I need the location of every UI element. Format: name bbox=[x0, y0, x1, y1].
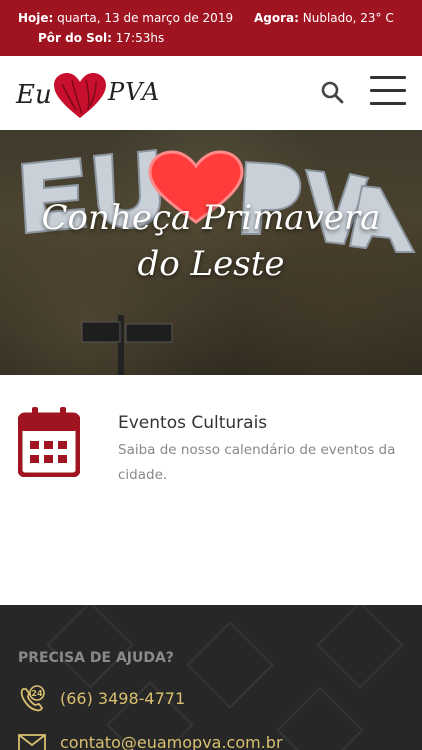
sunset-info: Pôr do Sol: 17:53hs bbox=[38, 31, 164, 45]
heart-icon bbox=[54, 73, 106, 118]
search-icon[interactable] bbox=[320, 80, 344, 104]
now-label: Agora: bbox=[254, 11, 299, 25]
hamburger-menu-icon[interactable] bbox=[370, 76, 406, 106]
calendar-icon bbox=[18, 407, 80, 477]
weather-info: Agora: Nublado, 23° C bbox=[254, 11, 394, 25]
footer-phone-link[interactable]: (66) 3498-4771 bbox=[60, 689, 185, 708]
today-value: quarta, 13 de março de 2019 bbox=[57, 11, 234, 25]
footer-help-heading: PRECISA DE AJUDA? bbox=[18, 650, 174, 666]
hero-banner: Conheça Primavera do Leste bbox=[0, 130, 422, 375]
site-header: Eu PVA bbox=[0, 56, 422, 130]
site-footer: PRECISA DE AJUDA? 24 (66) 3498-4771 cont… bbox=[0, 605, 422, 750]
mail-icon bbox=[18, 734, 46, 750]
phone-24h-icon: 24 bbox=[20, 685, 45, 712]
hero-title-line1: Conheça Primavera bbox=[41, 198, 381, 238]
logo-pva-text: PVA bbox=[108, 78, 161, 106]
sunset-label: Pôr do Sol: bbox=[38, 31, 112, 45]
logo-eu-text: Eu bbox=[16, 80, 52, 110]
today-info: Hoje: quarta, 13 de março de 2019 bbox=[18, 11, 233, 25]
site-logo[interactable]: Eu PVA bbox=[16, 68, 159, 118]
sunset-value: 17:53hs bbox=[115, 31, 165, 45]
feature-title[interactable]: Eventos Culturais bbox=[118, 413, 267, 433]
today-label: Hoje: bbox=[18, 11, 54, 25]
feature-events[interactable]: Eventos Culturais Saiba de nosso calendá… bbox=[0, 375, 422, 605]
hero-title-line2: do Leste bbox=[137, 244, 285, 284]
svg-text:24: 24 bbox=[31, 689, 43, 698]
feature-description: Saiba de nosso calendário de eventos da … bbox=[118, 442, 396, 483]
footer-email-link[interactable]: contato@euamopva.com.br bbox=[60, 733, 283, 750]
top-info-bar: Hoje: quarta, 13 de março de 2019 Agora:… bbox=[0, 0, 422, 56]
footer-pattern bbox=[46, 605, 404, 750]
now-value: Nublado, 23° C bbox=[302, 11, 394, 25]
